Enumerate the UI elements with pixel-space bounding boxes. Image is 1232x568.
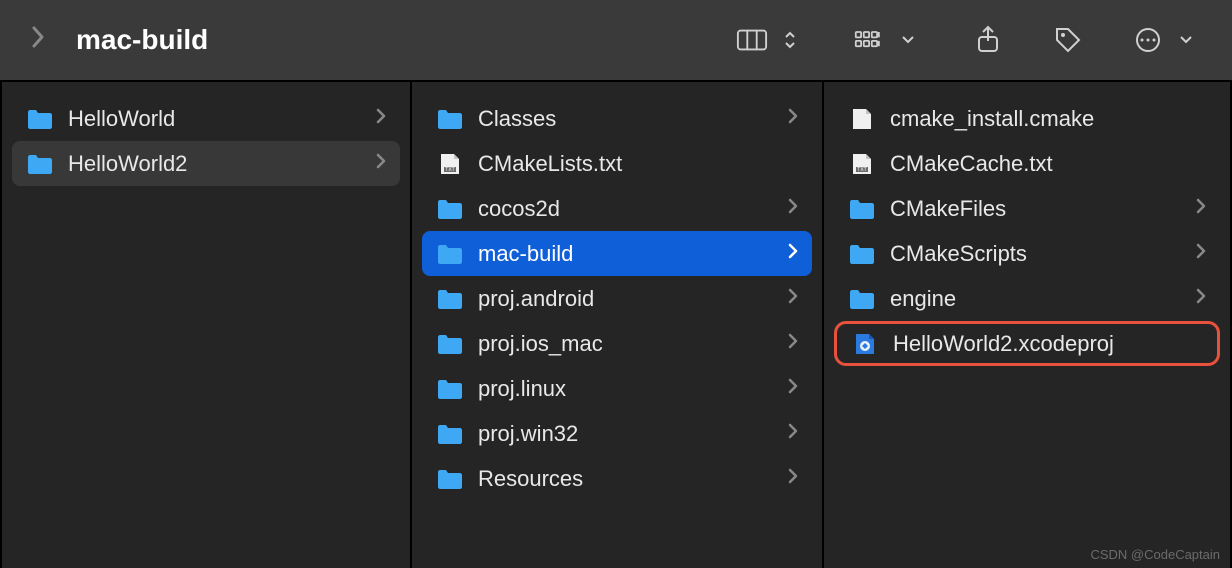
group-toggle-group[interactable]: [854, 27, 924, 53]
path-chevron-icon[interactable]: [30, 24, 46, 57]
item-label: cmake_install.cmake: [890, 106, 1206, 132]
item-label: engine: [890, 286, 1182, 312]
item-label: proj.ios_mac: [478, 331, 774, 357]
chevron-right-icon: [788, 423, 798, 444]
more-actions-group[interactable]: [1132, 27, 1202, 53]
list-item[interactable]: Classes: [422, 96, 812, 141]
folder-icon: [436, 422, 464, 446]
tag-icon[interactable]: [1052, 27, 1084, 53]
folder-icon: [848, 242, 876, 266]
folder-icon: [436, 287, 464, 311]
watermark: CSDN @CodeCaptain: [1090, 547, 1220, 562]
chevron-right-icon: [788, 108, 798, 129]
list-item[interactable]: CMakeScripts: [834, 231, 1220, 276]
list-item[interactable]: cmake_install.cmake: [834, 96, 1220, 141]
xcodeproj-icon: [851, 332, 879, 356]
item-label: HelloWorld2: [68, 151, 362, 177]
list-item[interactable]: Resources: [422, 456, 812, 501]
chevron-right-icon: [788, 243, 798, 264]
list-item[interactable]: CMakeFiles: [834, 186, 1220, 231]
folder-icon: [26, 152, 54, 176]
list-item[interactable]: HelloWorld: [12, 96, 400, 141]
chevron-right-icon: [1196, 288, 1206, 309]
toolbar: mac-build: [0, 0, 1232, 82]
list-item[interactable]: proj.win32: [422, 411, 812, 456]
list-item[interactable]: cocos2d: [422, 186, 812, 231]
folder-icon: [436, 107, 464, 131]
file-icon: [848, 107, 876, 131]
group-icon: [854, 27, 886, 53]
chevron-right-icon: [376, 108, 386, 129]
list-item[interactable]: CMakeLists.txt: [422, 141, 812, 186]
item-label: mac-build: [478, 241, 774, 267]
column-1: Classes CMakeLists.txt cocos2d mac-build pro…: [412, 82, 824, 568]
item-label: cocos2d: [478, 196, 774, 222]
chevron-right-icon: [1196, 198, 1206, 219]
list-item[interactable]: proj.ios_mac: [422, 321, 812, 366]
columns-view-icon: [736, 27, 768, 53]
item-label: CMakeLists.txt: [478, 151, 798, 177]
list-item[interactable]: engine: [834, 276, 1220, 321]
chevron-right-icon: [788, 198, 798, 219]
folder-icon: [436, 377, 464, 401]
chevron-down-icon: [1170, 27, 1202, 53]
item-label: HelloWorld2.xcodeproj: [893, 331, 1203, 357]
chevron-right-icon: [1196, 243, 1206, 264]
view-selector-icon: [774, 27, 806, 53]
item-label: HelloWorld: [68, 106, 362, 132]
toolbar-left: mac-build: [30, 24, 736, 57]
folder-icon: [436, 332, 464, 356]
list-item[interactable]: HelloWorld2: [12, 141, 400, 186]
list-item[interactable]: CMakeCache.txt: [834, 141, 1220, 186]
path-title: mac-build: [76, 24, 208, 56]
item-label: CMakeCache.txt: [890, 151, 1206, 177]
folder-icon: [436, 197, 464, 221]
chevron-right-icon: [788, 378, 798, 399]
more-icon: [1132, 27, 1164, 53]
columns-container: HelloWorld HelloWorld2 Classes CMakeLists.…: [0, 82, 1232, 568]
list-item[interactable]: mac-build: [422, 231, 812, 276]
item-label: proj.win32: [478, 421, 774, 447]
item-label: proj.linux: [478, 376, 774, 402]
chevron-down-icon: [892, 27, 924, 53]
chevron-right-icon: [788, 468, 798, 489]
list-item[interactable]: proj.android: [422, 276, 812, 321]
item-label: CMakeScripts: [890, 241, 1182, 267]
list-item[interactable]: HelloWorld2.xcodeproj: [834, 321, 1220, 366]
folder-icon: [848, 287, 876, 311]
chevron-right-icon: [376, 153, 386, 174]
txtfile-icon: [436, 152, 464, 176]
folder-icon: [848, 197, 876, 221]
chevron-right-icon: [788, 333, 798, 354]
folder-icon: [436, 467, 464, 491]
folder-icon: [436, 242, 464, 266]
txtfile-icon: [848, 152, 876, 176]
list-item[interactable]: proj.linux: [422, 366, 812, 411]
item-label: Resources: [478, 466, 774, 492]
column-2: cmake_install.cmake CMakeCache.txt CMakeFi…: [824, 82, 1232, 568]
item-label: Classes: [478, 106, 774, 132]
chevron-right-icon: [788, 288, 798, 309]
item-label: proj.android: [478, 286, 774, 312]
view-toggle-group[interactable]: [736, 27, 806, 53]
column-0: HelloWorld HelloWorld2: [0, 82, 412, 568]
share-icon[interactable]: [972, 27, 1004, 53]
folder-icon: [26, 107, 54, 131]
item-label: CMakeFiles: [890, 196, 1182, 222]
toolbar-right: [736, 27, 1202, 53]
